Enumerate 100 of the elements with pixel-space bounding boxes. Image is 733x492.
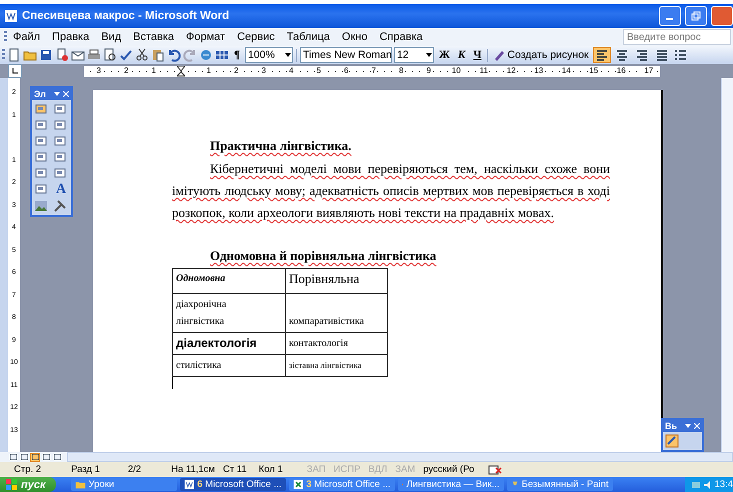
properties-icon[interactable] [53,102,67,116]
list-icon[interactable] [672,48,687,62]
font-dropdown[interactable]: Times New Roman [300,47,392,63]
ruler-number: 8 [398,67,404,75]
view-button[interactable] [41,452,51,462]
menu-item[interactable]: Вид [95,31,128,43]
menu-item[interactable]: Сервис [231,31,281,43]
close-icon[interactable] [63,91,69,97]
button-icon[interactable] [53,134,67,148]
table-cell: Одномовна [172,268,286,294]
table-cell: діалектологія [172,332,286,354]
textfield-icon[interactable] [34,134,48,148]
status-language: русский (Ро [423,464,474,475]
design-mode-icon[interactable] [665,434,679,448]
checkbox-icon[interactable] [53,118,67,132]
dropdown-arrow-icon[interactable] [424,52,433,58]
windows-flag-icon [6,478,18,490]
menu-item[interactable]: Формат [180,31,232,43]
word-document-icon [4,9,18,23]
code-icon[interactable] [34,118,48,132]
ruler-number: 6 [343,67,350,75]
radio-button-icon[interactable] [34,150,48,164]
taskbar-button[interactable]: Лингвистика — Вик... [398,478,504,491]
ruler-number: 13 [533,67,544,75]
create-drawing-button[interactable]: Создать рисунок [491,47,591,63]
zoom-dropdown[interactable]: 100% [244,47,293,63]
vertical-scrollbar[interactable] [721,78,733,452]
view-button[interactable] [52,452,62,462]
excel-icon [292,479,304,490]
print-icon[interactable] [87,48,101,62]
table-cell: зіставна лінгвістика [286,354,388,376]
horizontal-scrollbar[interactable] [67,452,733,462]
taskbar-button[interactable]: Уроки [70,478,177,491]
folder-icon [74,479,86,490]
window-title: Спесивцева макрос - Microsoft Word [22,10,230,22]
font-size-dropdown[interactable]: 12 [394,47,434,63]
dropdown-arrow-icon[interactable] [284,52,292,58]
show-formatting-button[interactable]: ¶ [231,47,243,63]
paste-icon[interactable] [151,48,165,62]
ruler-number: 1 [150,67,157,75]
speaker-icon[interactable] [702,480,712,490]
table-cell: стилістика [172,354,286,376]
document-paragraph: Кібернетичні моделі мови перевіряються тем, наскільки схоже вони імітують людську мову; адекватність описів мертвих мов перевіряється в ході розкопок, коли археологи виявляють нові тексти на прадавніх мовах. [172,160,610,222]
menu-item[interactable]: Правка [46,31,96,43]
combobox-icon[interactable] [34,166,48,180]
status-page: Стр. 2 [14,464,42,475]
ruler-number: 2 [233,67,240,75]
ruler-number: 1 [206,67,212,75]
scrollbar-icon[interactable] [53,166,67,180]
new-document-icon[interactable] [7,48,21,62]
minimize-button[interactable] [659,6,681,26]
menu-item[interactable]: Таблица [280,31,336,43]
document-heading: Практична лінгвістика. [209,138,352,154]
label-icon[interactable]: A [53,182,69,197]
ruler-number: 7 [370,67,377,75]
menu-item[interactable]: Файл [7,31,46,43]
help-search-field[interactable]: Введите вопрос [623,29,731,45]
document-subheading: Одномовна й порівняльна лінгвістика [209,248,438,264]
table-cell: контактологія [286,332,388,354]
taskbar-button[interactable]: 3 Microsoft Office ... [288,478,395,491]
cut-icon[interactable] [135,48,149,62]
design-mode-icon[interactable] [34,102,48,116]
align-button[interactable] [592,47,611,63]
ruler-number: 3 [96,67,102,75]
view-button[interactable] [8,452,18,462]
indent-marker-icon[interactable] [177,66,186,76]
table-icon[interactable] [215,48,229,62]
menu-item[interactable]: Окно [336,31,374,43]
restore-button[interactable] [685,6,707,26]
hyperlink-icon[interactable] [199,48,213,62]
ruler-number: 11 [478,67,489,75]
image-icon[interactable] [34,199,48,213]
undo-icon[interactable] [167,48,181,62]
view-button[interactable] [19,452,29,462]
view-button[interactable] [30,452,40,462]
permission-icon[interactable] [55,48,69,62]
toolbar-title: Эл [34,89,47,99]
ruler-number: 3 [260,67,267,75]
table-cell: діахронічна лінгвістика [172,294,286,332]
close-button[interactable] [711,6,733,26]
listbox-icon[interactable] [53,150,67,164]
taskbar-button[interactable]: 6 Microsoft Office ... [180,478,286,491]
bold-button[interactable]: Ж [436,47,453,63]
word-icon [184,479,194,490]
ruler-number: 15 [588,67,600,75]
tools-icon[interactable] [53,199,67,213]
spelling-icon[interactable] [119,48,133,62]
print-preview-icon[interactable] [103,48,117,62]
close-icon[interactable] [694,423,700,429]
ruler-number: 16 [616,67,627,75]
spinner-icon[interactable] [34,182,48,196]
underline-button[interactable]: Ч [470,47,484,63]
save-icon[interactable] [39,48,53,62]
menu-item[interactable]: Вставка [127,31,180,43]
menu-item[interactable]: Справка [373,31,429,43]
ruler-number: 12 [506,67,517,75]
tab-selector[interactable] [8,64,22,78]
italic-button[interactable]: К [454,47,468,63]
taskbar-button[interactable]: Безымянный - Paint [506,478,613,491]
ruler-number: 14 [560,67,572,75]
